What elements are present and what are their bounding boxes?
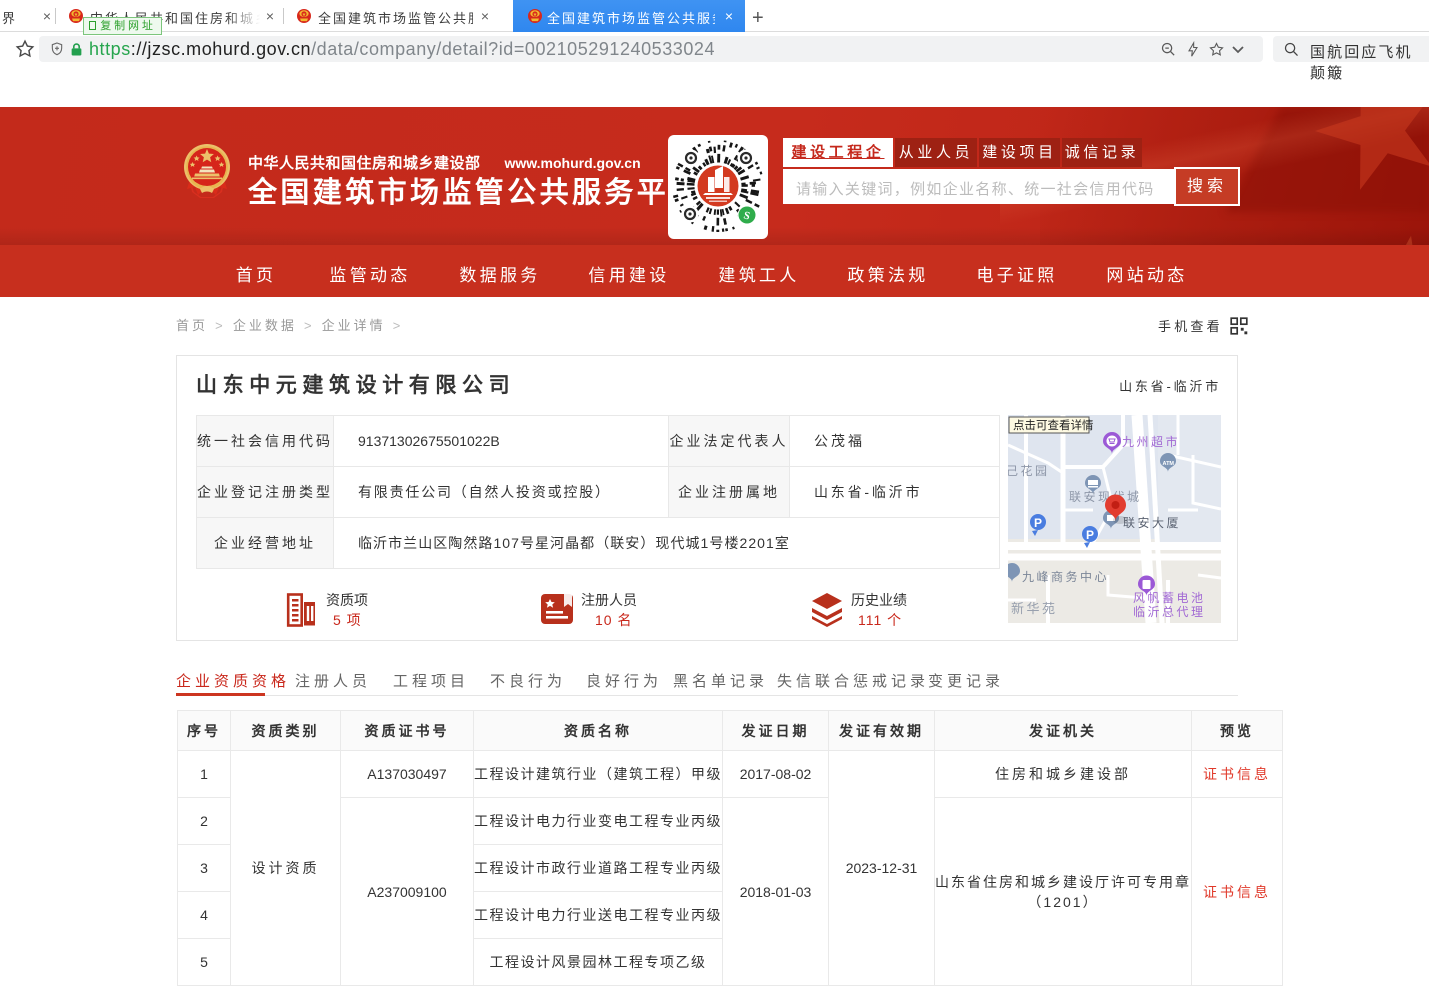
svg-text:联安大厦: 联安大厦 [1123,515,1181,530]
svg-text:新华苑: 新华苑 [1011,601,1058,616]
svg-text:风帆蓄电池: 风帆蓄电池 [1133,590,1206,605]
svg-text:联安现代城: 联安现代城 [1069,489,1142,504]
svg-text:临沂总代理: 临沂总代理 [1133,605,1206,619]
svg-text:P: P [1086,528,1094,542]
svg-text:点击可查看详情: 点击可查看详情 [1013,418,1094,432]
svg-text:九州超市: 九州超市 [1122,434,1180,449]
svg-text:九峰商务中心: 九峰商务中心 [1022,569,1109,584]
svg-text:P: P [1034,516,1042,530]
svg-text:ATM: ATM [1163,461,1175,467]
svg-text:己花园: 己花园 [1008,463,1050,478]
